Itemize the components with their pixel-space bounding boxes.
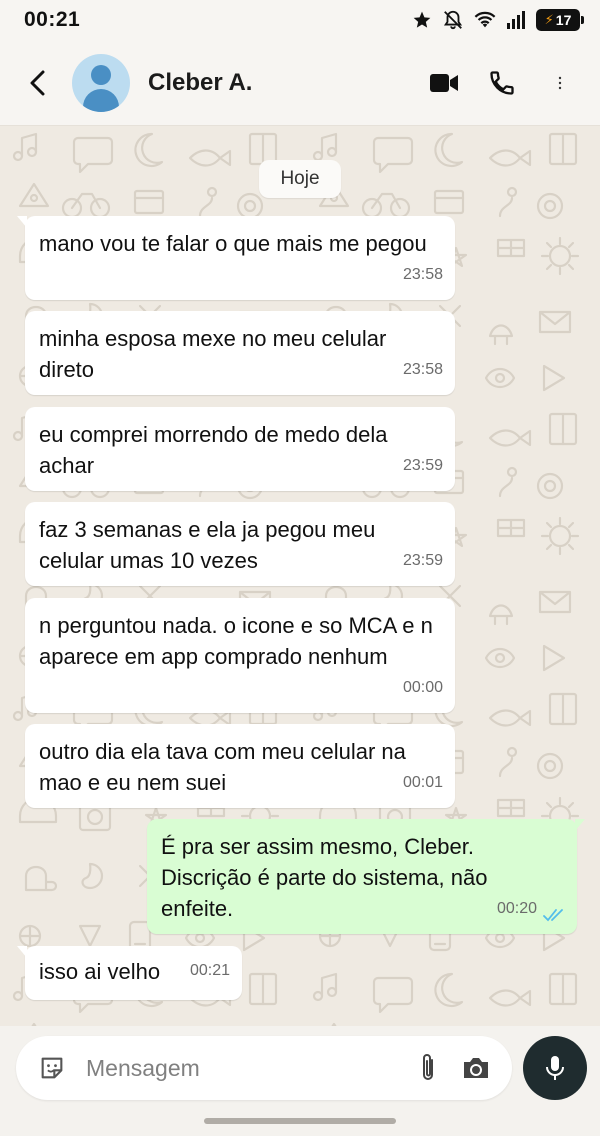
message-bubble-incoming[interactable]: isso ai velho 00:21 <box>17 946 242 1000</box>
star-icon <box>412 10 432 30</box>
message-text: minha esposa mexe no meu celular direto <box>39 326 387 382</box>
message-bubble-incoming[interactable]: faz 3 semanas e ela ja pegou meu celular… <box>25 502 455 586</box>
message-time: 00:00 <box>402 679 443 696</box>
video-call-button[interactable] <box>424 63 464 103</box>
message-time: 23:59 <box>402 552 443 569</box>
message-time: 23:59 <box>402 457 443 474</box>
video-call-icon <box>430 73 458 92</box>
more-options-icon <box>558 76 562 89</box>
message-time: 23:58 <box>402 266 443 283</box>
mic-icon <box>546 1056 564 1080</box>
mute-icon <box>442 9 464 31</box>
mic-button[interactable] <box>523 1036 587 1100</box>
attach-icon <box>423 1054 433 1080</box>
message-time: 00:20 <box>496 900 537 917</box>
message-text: eu comprei morrendo de medo dela achar <box>39 422 388 478</box>
camera-icon <box>464 1058 488 1078</box>
status-bar: 00:21 ⚡ 17 <box>0 0 600 40</box>
message-bubble-incoming[interactable]: n perguntou nada. o icone e so MCA e n a… <box>25 598 455 713</box>
message-list[interactable]: Hoje mano vou te falar o que mais me peg… <box>0 126 600 1026</box>
battery-icon: ⚡ 17 <box>536 9 584 31</box>
read-ticks-icon <box>543 909 563 922</box>
message-text: faz 3 semanas e ela ja pegou meu celular… <box>39 517 376 573</box>
sticker-icon <box>41 1057 63 1079</box>
message-bubble-incoming[interactable]: mano vou te falar o que mais me pegou 23… <box>17 216 455 300</box>
voice-call-button[interactable] <box>482 63 522 103</box>
attach-button[interactable] <box>408 1048 448 1088</box>
avatar[interactable] <box>72 53 130 112</box>
camera-button[interactable] <box>456 1048 496 1088</box>
message-time: 00:21 <box>189 962 230 979</box>
header-actions <box>424 63 580 103</box>
home-indicator[interactable] <box>204 1118 396 1124</box>
composer <box>16 1036 512 1100</box>
status-time: 00:21 <box>24 8 81 31</box>
message-text: mano vou te falar o que mais me pegou <box>39 231 427 256</box>
date-separator: Hoje <box>259 160 341 198</box>
message-bubble-incoming[interactable]: eu comprei morrendo de medo dela achar 2… <box>25 407 455 491</box>
phone-icon <box>490 70 514 95</box>
message-time: 00:01 <box>402 774 443 791</box>
more-options-button[interactable] <box>540 63 580 103</box>
message-time: 23:58 <box>402 361 443 378</box>
message-input[interactable] <box>86 1054 386 1082</box>
composer-bar <box>0 1026 600 1136</box>
message-text: n perguntou nada. o icone e so MCA e n a… <box>39 613 433 669</box>
signal-icon <box>506 10 526 30</box>
wifi-icon <box>474 10 496 30</box>
battery-level: 17 <box>555 12 572 28</box>
status-icons: ⚡ 17 <box>412 9 584 31</box>
sticker-button[interactable] <box>32 1048 72 1088</box>
message-text: outro dia ela tava com meu celular na ma… <box>39 739 406 795</box>
message-bubble-incoming[interactable]: minha esposa mexe no meu celular direto … <box>25 311 455 395</box>
avatar-icon <box>91 64 111 85</box>
back-button[interactable] <box>8 53 68 113</box>
contact-name[interactable]: Cleber A. <box>148 69 252 97</box>
message-bubble-incoming[interactable]: outro dia ela tava com meu celular na ma… <box>25 724 455 808</box>
message-bubble-outgoing[interactable]: É pra ser assim mesmo, Cleber. Discrição… <box>147 819 585 934</box>
chat-header: Cleber A. <box>0 40 600 126</box>
back-arrow-icon <box>30 70 45 95</box>
